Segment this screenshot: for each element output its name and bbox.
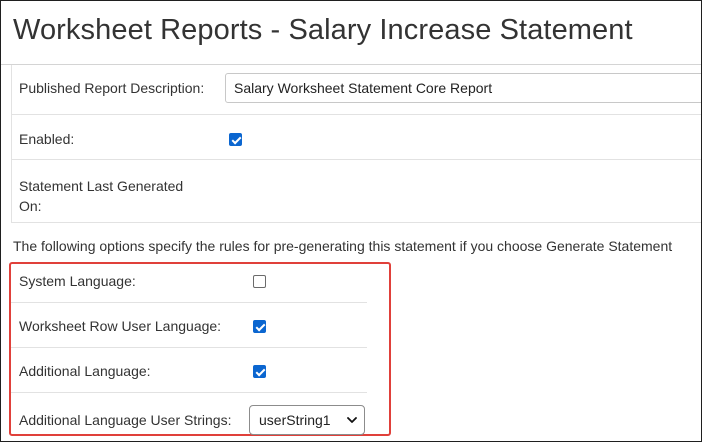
statement-last-generated-label-line1: Statement Last Generated <box>19 178 184 194</box>
additional-language-user-strings-label: Additional Language User Strings: <box>19 412 232 428</box>
select-value: userString1 <box>259 412 331 428</box>
row-divider <box>11 392 367 393</box>
row-divider <box>11 114 701 115</box>
worksheet-row-user-language-label: Worksheet Row User Language: <box>19 318 222 334</box>
additional-language-label: Additional Language: <box>19 363 151 379</box>
row-divider <box>11 222 701 223</box>
published-report-description-label: Published Report Description: <box>19 80 205 96</box>
worksheet-row-user-language-checkbox[interactable] <box>253 320 266 333</box>
statement-last-generated-label-line2: On: <box>19 198 42 214</box>
row-divider <box>11 302 367 303</box>
enabled-checkbox[interactable] <box>229 133 242 146</box>
additional-language-checkbox[interactable] <box>253 365 266 378</box>
system-language-label: System Language: <box>19 273 136 289</box>
additional-language-user-strings-select[interactable]: userString1 <box>249 405 365 435</box>
app-frame: Worksheet Reports - Salary Increase Stat… <box>0 0 702 442</box>
page-title: Worksheet Reports - Salary Increase Stat… <box>13 14 633 46</box>
system-language-checkbox[interactable] <box>253 275 266 288</box>
chevron-down-icon <box>347 417 357 423</box>
row-divider <box>11 347 367 348</box>
pregenerate-info-text: The following options specify the rules … <box>13 238 673 254</box>
row-divider <box>11 159 701 160</box>
enabled-label: Enabled: <box>19 131 75 147</box>
published-report-description-input[interactable]: Salary Worksheet Statement Core Report <box>225 73 701 103</box>
